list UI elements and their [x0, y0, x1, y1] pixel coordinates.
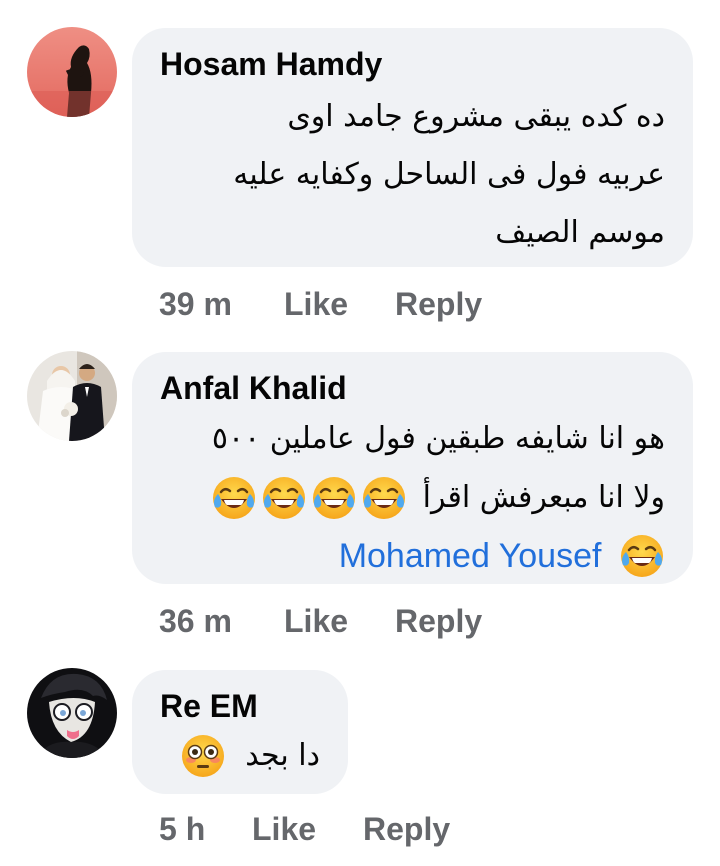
comment-author[interactable]: Anfal Khalid: [160, 370, 347, 407]
face-with-tears-of-joy-icon: [619, 533, 665, 579]
face-with-tears-of-joy-icon: [361, 475, 407, 521]
avatar-image: [27, 668, 117, 758]
avatar[interactable]: [27, 27, 117, 117]
comment-bubble: Hosam Hamdy ده كده يبقى مشروع جامد اوى ع…: [132, 28, 693, 267]
comment-line: هو انا شايفه طبقين فول عاملين ٥٠٠: [211, 421, 665, 456]
like-button[interactable]: Like: [284, 286, 348, 323]
comment-line-with-emojis: ولا انا مبعرفش اقرأ: [211, 468, 665, 526]
reply-button[interactable]: Reply: [395, 286, 482, 323]
comment-timestamp[interactable]: 5 h: [159, 811, 205, 848]
comment-bubble: Anfal Khalid هو انا شايفه طبقين فول عامل…: [132, 352, 693, 584]
comment-line: موسم الصيف: [495, 215, 665, 250]
comment-timestamp[interactable]: 36 m: [159, 603, 232, 640]
comment-line: دا بجد: [245, 737, 320, 773]
comment-line: ده كده يبقى مشروع جامد اوى: [287, 99, 665, 134]
comment-bubble: Re EM دا بجد: [132, 670, 348, 794]
like-button[interactable]: Like: [252, 811, 316, 848]
mention-link[interactable]: Mohamed Yousef: [339, 527, 602, 585]
avatar[interactable]: [27, 351, 117, 441]
comment-line: عربيه فول فى الساحل وكفايه عليه: [233, 157, 665, 192]
comment-author[interactable]: Hosam Hamdy: [160, 46, 382, 83]
mention-line: Mohamed Yousef: [211, 526, 665, 584]
comment-text: ده كده يبقى مشروع جامد اوى عربيه فول فى …: [233, 88, 665, 262]
face-with-tears-of-joy-icon: [311, 475, 357, 521]
comment-text: هو انا شايفه طبقين فول عاملين ٥٠٠ ولا ان…: [211, 410, 665, 584]
flushed-face-icon: [180, 733, 226, 779]
avatar-image: [27, 27, 117, 117]
like-button[interactable]: Like: [284, 603, 348, 640]
avatar[interactable]: [27, 668, 117, 758]
avatar-image: [27, 351, 117, 441]
comment-author[interactable]: Re EM: [160, 688, 258, 725]
comment-line-with-emoji: دا بجد: [180, 726, 320, 784]
comment-text: دا بجد: [180, 726, 320, 784]
comment-timestamp[interactable]: 39 m: [159, 286, 232, 323]
reply-button[interactable]: Reply: [395, 603, 482, 640]
face-with-tears-of-joy-icon: [211, 475, 257, 521]
reply-button[interactable]: Reply: [363, 811, 450, 848]
comment-line: ولا انا مبعرفش اقرأ: [422, 479, 665, 515]
face-with-tears-of-joy-icon: [261, 475, 307, 521]
